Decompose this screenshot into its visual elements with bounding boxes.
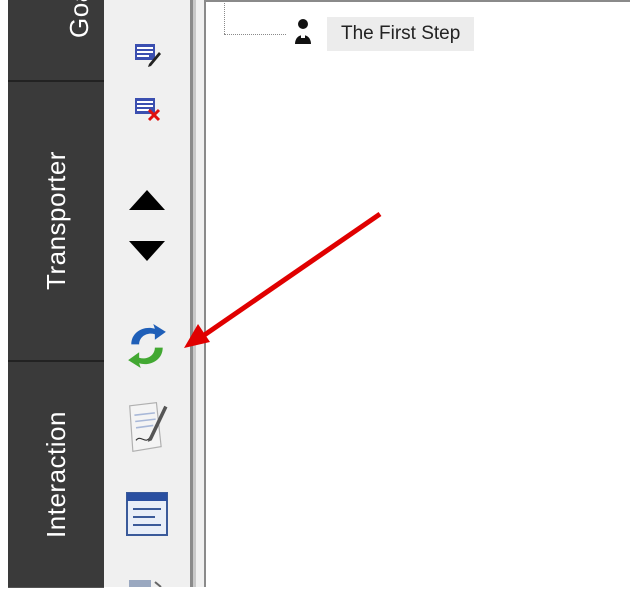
annotation-arrow xyxy=(184,211,382,348)
